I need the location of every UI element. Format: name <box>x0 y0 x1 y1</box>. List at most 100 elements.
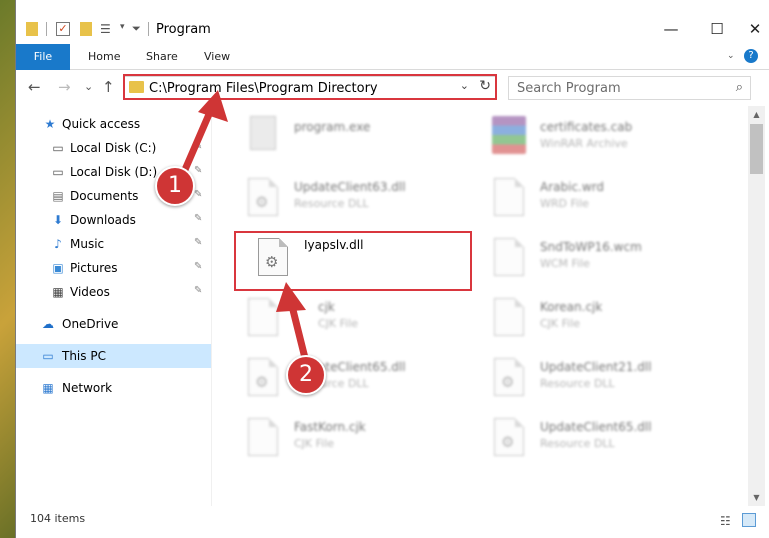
address-bar-highlight <box>123 74 497 100</box>
file-icon <box>248 418 278 456</box>
sidebar-item-quick-access[interactable]: ★ Quick access <box>16 112 211 136</box>
exe-icon <box>250 116 276 150</box>
sidebar-item-pictures[interactable]: ▣ Pictures ✎ <box>16 256 211 280</box>
sidebar-item-network[interactable]: ▦ Network <box>16 376 211 400</box>
file-icon <box>248 298 278 336</box>
scroll-down-icon[interactable]: ▼ <box>748 489 765 506</box>
file-list: program.exe certificates.cab WinRAR Arch… <box>212 106 748 506</box>
sidebar-item-label: Music <box>70 237 105 251</box>
pin-icon[interactable]: ✎ <box>194 189 202 200</box>
music-icon: ♪ <box>54 237 62 251</box>
sidebar-item-label: Quick access <box>62 117 141 131</box>
sidebar-item-label: Local Disk (C:) <box>70 141 157 155</box>
navigation-pane: ★ Quick access ▭ Local Disk (C:) ✎ ▭ Loc… <box>16 106 211 506</box>
scroll-thumb[interactable] <box>750 124 763 174</box>
network-icon: ▦ <box>42 381 54 395</box>
dll-icon: ⚙ <box>494 418 524 456</box>
dll-icon: ⚙ <box>248 178 278 216</box>
file-item[interactable]: ⚙ UpdateClient65.dll Resource DLL <box>488 410 728 466</box>
sidebar-item-onedrive[interactable]: ☁ OneDrive <box>16 312 211 336</box>
sidebar-item-videos[interactable]: ▦ Videos ✎ <box>16 280 211 304</box>
file-type: WRD File <box>540 197 589 210</box>
help-icon[interactable]: ? <box>744 49 758 63</box>
sidebar-item-music[interactable]: ♪ Music ✎ <box>16 232 211 256</box>
file-item[interactable]: ⚙ UpdateClient63.dll Resource DLL <box>242 170 482 226</box>
window-title: Program <box>156 22 211 37</box>
drive-icon: ▭ <box>52 165 64 179</box>
forward-button[interactable]: → <box>58 78 71 96</box>
file-item[interactable]: certificates.cab WinRAR Archive <box>488 110 728 166</box>
file-name: UpdateClient65.dll <box>540 420 652 434</box>
separator <box>46 22 47 36</box>
file-icon <box>494 178 524 216</box>
pin-icon[interactable]: ✎ <box>194 213 202 224</box>
vertical-scrollbar[interactable]: ▲ ▼ <box>748 106 765 506</box>
file-item[interactable]: SndToWP16.wcm WCM File <box>488 230 728 286</box>
close-button[interactable]: ✕ <box>740 14 769 44</box>
maximize-button[interactable]: ☐ <box>694 14 740 44</box>
search-icon[interactable]: ⌕ <box>736 80 743 95</box>
file-name: cjk <box>318 300 335 314</box>
properties-icon[interactable]: ✓ <box>56 22 70 36</box>
file-type: CJK File <box>540 317 581 330</box>
videos-icon: ▦ <box>52 285 64 299</box>
sidebar-item-label: Network <box>62 381 113 395</box>
back-button[interactable]: ← <box>28 78 41 96</box>
new-folder-icon[interactable] <box>80 22 92 36</box>
sidebar-item-this-pc[interactable]: ▭ This PC <box>16 344 211 368</box>
pin-icon[interactable]: ✎ <box>194 261 202 272</box>
file-item[interactable]: program.exe <box>242 110 482 166</box>
ribbon-tabs: File Home Share View ⌄ ? <box>16 44 769 70</box>
star-icon: ★ <box>44 117 56 131</box>
customize-icon[interactable]: ☰ <box>100 22 116 36</box>
tab-home[interactable]: Home <box>88 44 120 70</box>
pin-icon[interactable]: ✎ <box>194 141 202 152</box>
minimize-button[interactable]: — <box>648 14 694 44</box>
file-type: Resource DLL <box>540 377 615 390</box>
file-item[interactable]: FastKorn.cjk CJK File <box>242 410 482 466</box>
file-type: CJK File <box>318 317 359 330</box>
search-input[interactable]: Search Program ⌕ <box>508 76 751 100</box>
sidebar-item-label: Downloads <box>70 213 136 227</box>
tab-file[interactable]: File <box>16 44 70 70</box>
recent-locations-button[interactable]: ⌄ <box>84 80 93 93</box>
file-item[interactable]: ⚙ UpdateClient65.dll Resource DLL <box>242 350 482 406</box>
chevron-down-icon[interactable]: ⌄ <box>727 51 735 61</box>
file-name: FastKorn.cjk <box>294 420 366 434</box>
file-name: UpdateClient63.dll <box>294 180 406 194</box>
search-placeholder: Search Program <box>517 81 621 96</box>
step-2-callout: 2 <box>286 355 326 395</box>
ribbon-help[interactable]: ⌄ ? <box>727 48 758 63</box>
file-name: certificates.cab <box>540 120 633 134</box>
scroll-up-icon[interactable]: ▲ <box>748 106 765 123</box>
archive-icon <box>492 116 526 154</box>
tab-share[interactable]: Share <box>146 44 178 70</box>
quick-access-toolbar-dropdown-icon[interactable]: ⏷ <box>132 22 141 40</box>
file-item[interactable]: Arabic.wrd WRD File <box>488 170 728 226</box>
sidebar-item-downloads[interactable]: ⬇ Downloads ✎ <box>16 208 211 232</box>
file-name: Korean.cjk <box>540 300 603 314</box>
details-view-icon[interactable]: ☷ <box>720 514 731 528</box>
dll-icon: ⚙ <box>248 358 278 396</box>
file-type: WinRAR Archive <box>540 137 628 150</box>
drive-icon: ▭ <box>52 141 64 155</box>
file-name: SndToWP16.wcm <box>540 240 642 254</box>
chevron-down-icon[interactable]: ▾ <box>120 22 125 40</box>
file-name: UpdateClient21.dll <box>540 360 652 374</box>
tab-view[interactable]: View <box>204 44 230 70</box>
pin-icon[interactable]: ✎ <box>194 237 202 248</box>
file-item[interactable]: ⚙ UpdateClient21.dll Resource DLL <box>488 350 728 406</box>
sidebar-item-local-disk-c[interactable]: ▭ Local Disk (C:) ✎ <box>16 136 211 160</box>
pin-icon[interactable]: ✎ <box>194 165 202 176</box>
file-item[interactable]: cjk CJK File <box>242 290 482 346</box>
pin-icon[interactable]: ✎ <box>194 285 202 296</box>
file-icon <box>494 238 524 276</box>
sidebar-item-label: Local Disk (D:) <box>70 165 158 179</box>
up-button[interactable]: ↑ <box>102 78 115 96</box>
downloads-icon: ⬇ <box>52 213 64 227</box>
file-highlight <box>234 231 472 291</box>
large-icons-view-icon[interactable] <box>742 513 756 527</box>
file-item[interactable]: Korean.cjk CJK File <box>488 290 728 346</box>
sidebar-item-label: This PC <box>62 349 106 363</box>
sidebar-item-label: OneDrive <box>62 317 119 331</box>
